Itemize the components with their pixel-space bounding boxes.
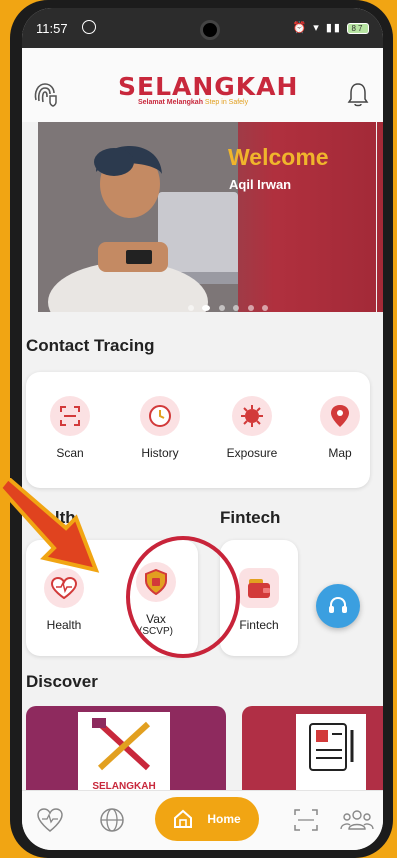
community-icon[interactable] (340, 807, 374, 833)
health-label: Health (46, 618, 82, 632)
bell-icon[interactable] (347, 82, 369, 108)
pointer-arrow-icon (0, 478, 100, 573)
app-logo: SELANGKAH Selamat Melangkah Step in Safe… (118, 72, 298, 106)
fintech-label: Fintech (239, 618, 279, 632)
scan-label: Scan (56, 446, 84, 460)
logo-tagline-1: Selamat Melangkah (138, 99, 203, 106)
scan-button[interactable]: Scan (40, 396, 100, 460)
app-screen: 11:57 ⏰ ▾ ▮▮ 87 SELANGKAH Selamat Melang… (22, 8, 383, 850)
carousel-dot[interactable] (247, 305, 254, 311)
status-icons: ⏰ ▾ ▮▮ 87 (293, 21, 369, 34)
scan-nav-icon[interactable] (292, 807, 320, 833)
discover-card-documents[interactable] (242, 706, 383, 796)
banner-welcome-text: Welcome (228, 144, 329, 170)
tools-icon (92, 718, 151, 771)
contact-tracing-card: Scan History Exposure Map (26, 372, 370, 488)
history-icon (140, 396, 180, 436)
status-bar: 11:57 ⏰ ▾ ▮▮ 87 (22, 8, 383, 48)
discover-title: Discover (26, 672, 98, 691)
discover-card-image (296, 714, 366, 796)
home-nav-label: Home (207, 812, 241, 826)
home-nav-button[interactable]: Home (155, 797, 259, 841)
map-button[interactable]: Map (310, 396, 370, 460)
logo-text: SELANGKAH (118, 72, 299, 101)
battery-icon: 87 (347, 22, 369, 34)
banner-photo (38, 122, 238, 312)
exposure-button[interactable]: Exposure (222, 396, 282, 460)
front-camera (200, 20, 220, 40)
history-button[interactable]: History (130, 396, 190, 460)
next-banner-peek[interactable] (377, 122, 383, 312)
globe-icon[interactable] (98, 807, 126, 833)
exposure-label: Exposure (226, 446, 278, 460)
carousel-dot[interactable] (233, 305, 240, 311)
support-chat-button[interactable] (316, 584, 360, 628)
carousel-dot[interactable] (202, 305, 211, 311)
headset-icon (329, 596, 347, 613)
app-header: SELANGKAH Selamat Melangkah Step in Safe… (22, 48, 383, 122)
carousel-dot[interactable] (188, 305, 194, 311)
health-nav-icon[interactable] (36, 807, 64, 833)
carousel-dot[interactable] (262, 305, 269, 311)
bottom-navigation: Home (22, 790, 383, 850)
logo-tagline-2: Step in Safely (204, 99, 249, 106)
highlight-circle (126, 536, 240, 658)
document-icon (309, 723, 354, 771)
carousel-dots (188, 298, 272, 312)
scan-icon (50, 396, 90, 436)
contact-tracing-title: Contact Tracing (26, 336, 155, 355)
status-time: 11:57 (36, 21, 68, 36)
virus-icon (232, 396, 272, 436)
banner-user-name: Aqil Irwan (229, 177, 292, 192)
wallet-icon (239, 568, 279, 608)
history-label: History (141, 446, 179, 460)
discover-card-selangkah[interactable]: SELANGKAH (26, 706, 226, 796)
whatsapp-icon (82, 20, 96, 34)
fingerprint-shield-icon[interactable] (30, 78, 60, 108)
home-icon (174, 809, 193, 828)
discover-card-image: SELANGKAH (78, 712, 170, 796)
map-label: Map (328, 446, 352, 460)
fintech-title: Fintech (220, 508, 281, 527)
map-pin-icon (320, 396, 360, 436)
welcome-banner[interactable]: Welcome Aqil Irwan (38, 122, 376, 312)
carousel-dot[interactable] (218, 305, 225, 311)
